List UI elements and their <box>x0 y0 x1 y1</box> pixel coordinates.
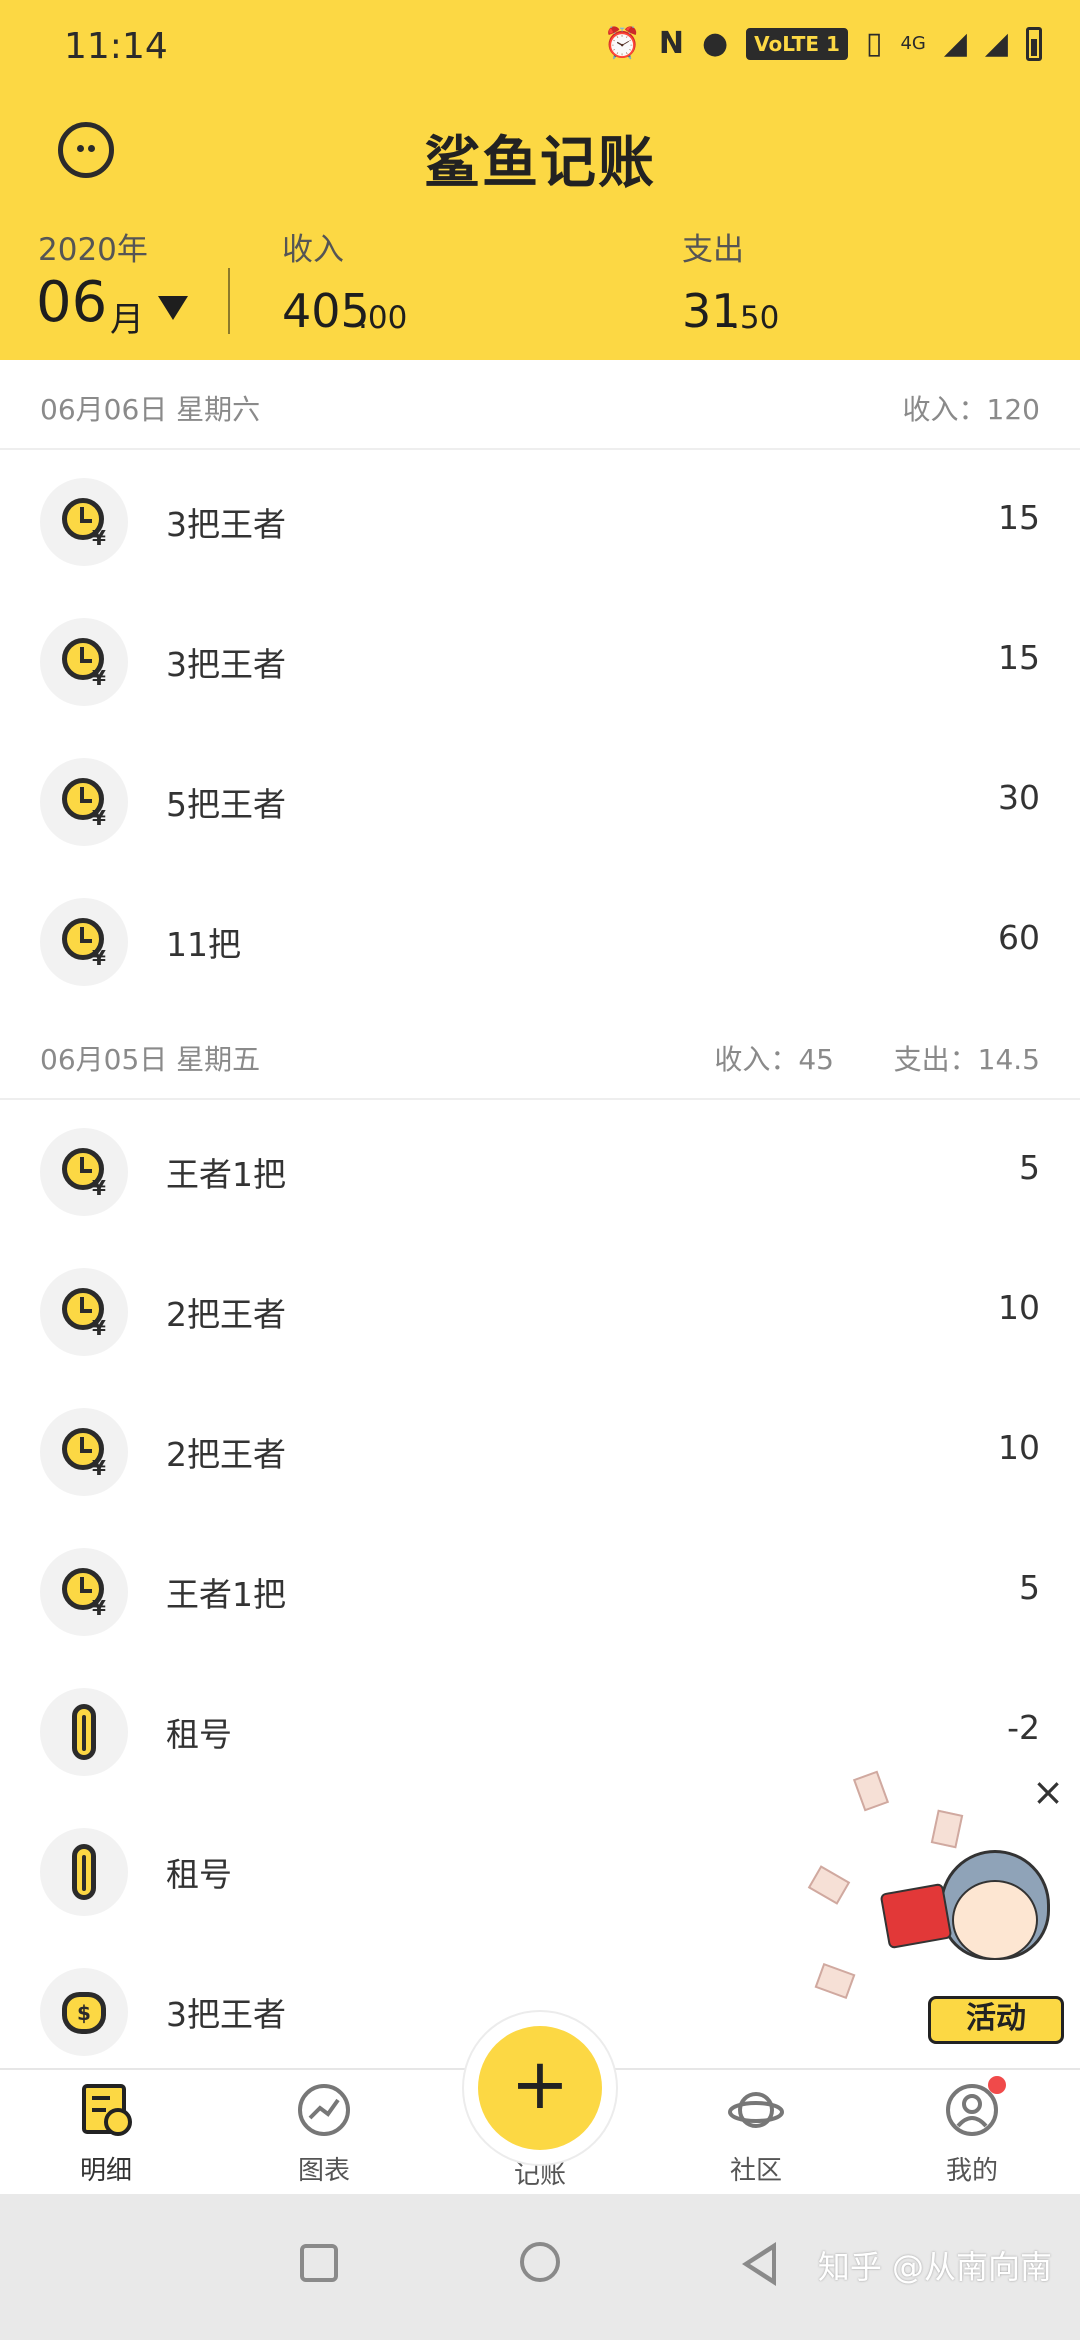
list-item[interactable]: ¥ 王者1把 5 <box>0 1102 1080 1242</box>
list-item[interactable]: ¥ 王者1把 5 <box>0 1522 1080 1662</box>
nav-label: 明细 <box>79 2156 132 2186</box>
envelope-icon <box>852 1770 890 1812</box>
nav-label: 社区 <box>729 2156 782 2186</box>
money-bag-icon: $ <box>40 1968 128 2056</box>
planet-icon <box>728 2082 784 2138</box>
vibrate-icon: ▯ <box>865 26 883 61</box>
item-label: 王者1把 <box>166 1575 286 1614</box>
expense-total-dec: .50 <box>730 300 780 336</box>
month-suffix: 月 <box>110 300 144 340</box>
mascot-face-icon <box>952 1880 1038 1960</box>
expense-label: 支出 <box>682 232 744 268</box>
item-label: 租号 <box>166 1715 232 1754</box>
day-expense-summary: 支出：14.5 <box>893 1043 1040 1076</box>
day-income-summary: 收入：45 <box>714 1043 834 1076</box>
system-nav-bar: 知乎 @从南向南 <box>0 2194 1080 2340</box>
signal-icon-2: ◢ <box>984 26 1008 61</box>
item-label: 3把王者 <box>166 645 286 684</box>
income-label: 收入 <box>282 232 344 268</box>
paperclip-icon <box>40 1688 128 1776</box>
list-item[interactable]: ¥ 11把 60 <box>0 872 1080 1012</box>
list-item[interactable]: ¥ 2把王者 10 <box>0 1382 1080 1522</box>
item-amount: 60 <box>998 918 1040 957</box>
home-button[interactable] <box>520 2242 560 2282</box>
list-item[interactable]: ¥ 5把王者 30 <box>0 732 1080 872</box>
item-label: 3把王者 <box>166 1995 286 2034</box>
paperclip-icon <box>40 1828 128 1916</box>
month-dropdown-icon[interactable] <box>158 296 188 320</box>
detail-icon <box>78 2082 134 2138</box>
nav-label: 图表 <box>297 2156 350 2186</box>
item-label: 租号 <box>166 1855 232 1894</box>
item-amount: 10 <box>998 1288 1040 1327</box>
header-divider <box>228 268 230 334</box>
clock-yen-icon: ¥ <box>40 618 128 706</box>
close-icon[interactable]: × <box>1032 1770 1064 1814</box>
status-icons: ⏰ N ● VoLTE 1 ▯ 4G ◢ ◢ <box>604 26 1042 61</box>
nav-label: 我的 <box>945 2156 998 2186</box>
day-date: 06月05日 星期五 <box>40 1043 261 1076</box>
day-header: 06月05日 星期五 收入：45 支出：14.5 <box>0 1012 1080 1100</box>
notification-dot <box>988 2076 1006 2094</box>
clock-yen-icon: ¥ <box>40 758 128 846</box>
nav-profile[interactable]: 我的 <box>892 2076 1052 2187</box>
day-income-summary: 收入：120 <box>902 393 1040 426</box>
nav-community[interactable]: 社区 <box>676 2082 836 2187</box>
item-label: 王者1把 <box>166 1155 286 1194</box>
item-amount: 15 <box>998 498 1040 537</box>
app-title: 鲨鱼记账 <box>424 131 656 196</box>
profile-icon <box>944 2076 1006 2138</box>
activity-widget[interactable]: × 活动 <box>807 1770 1070 2060</box>
clock-yen-icon: ¥ <box>40 1408 128 1496</box>
item-amount: 10 <box>998 1428 1040 1467</box>
day-header: 06月06日 星期六 收入：120 <box>0 362 1080 450</box>
item-label: 11把 <box>166 925 241 964</box>
item-label: 5把王者 <box>166 785 286 824</box>
item-amount: 15 <box>998 638 1040 677</box>
day-date: 06月06日 星期六 <box>40 393 261 426</box>
nav-chart[interactable]: 图表 <box>244 2082 404 2187</box>
month-value[interactable]: 06 <box>36 270 107 335</box>
item-amount: -2 <box>1007 1708 1040 1747</box>
recents-button[interactable] <box>300 2244 338 2282</box>
list-item[interactable]: ¥ 3把王者 15 <box>0 452 1080 592</box>
battery-icon <box>1026 26 1042 61</box>
header: 11:14 ⏰ N ● VoLTE 1 ▯ 4G ◢ ◢ 鲨鱼记账 2020年 … <box>0 0 1080 360</box>
item-label: 2把王者 <box>166 1295 286 1334</box>
clock-yen-icon: ¥ <box>40 478 128 566</box>
red-packet-icon <box>879 1882 953 1950</box>
income-total-int: 405 <box>282 284 370 338</box>
back-button[interactable] <box>742 2242 776 2286</box>
list-item[interactable]: ¥ 2把王者 10 <box>0 1242 1080 1382</box>
nav-detail[interactable]: 明细 <box>26 2082 186 2187</box>
nfc-icon: N <box>658 26 684 61</box>
clock-yen-icon: ¥ <box>40 898 128 986</box>
location-icon: ● <box>701 26 729 61</box>
activity-label[interactable]: 活动 <box>928 1996 1064 2044</box>
item-amount: 5 <box>1019 1148 1040 1187</box>
year-label: 2020年 <box>38 232 148 268</box>
watermark: 知乎 @从南向南 <box>817 2248 1052 2286</box>
item-amount: 5 <box>1019 1568 1040 1607</box>
chart-icon <box>296 2082 352 2138</box>
volte-badge: VoLTE 1 <box>746 27 848 60</box>
item-label: 2把王者 <box>166 1435 286 1474</box>
envelope-icon <box>930 1809 964 1849</box>
signal-icon: ◢ <box>943 26 967 61</box>
clock-yen-icon: ¥ <box>40 1548 128 1636</box>
envelope-icon <box>814 1962 856 2000</box>
clock-yen-icon: ¥ <box>40 1128 128 1216</box>
alarm-icon: ⏰ <box>603 26 641 61</box>
list-item[interactable]: ¥ 3把王者 15 <box>0 592 1080 732</box>
plus-icon: + <box>510 2043 570 2125</box>
envelope-icon <box>807 1865 851 1905</box>
status-time: 11:14 <box>64 26 168 67</box>
clock-yen-icon: ¥ <box>40 1268 128 1356</box>
item-amount: 30 <box>998 778 1040 817</box>
network-type: 4G <box>900 33 926 54</box>
income-total-dec: .00 <box>358 300 408 336</box>
add-record-button[interactable]: + <box>478 2026 602 2150</box>
item-label: 3把王者 <box>166 505 286 544</box>
